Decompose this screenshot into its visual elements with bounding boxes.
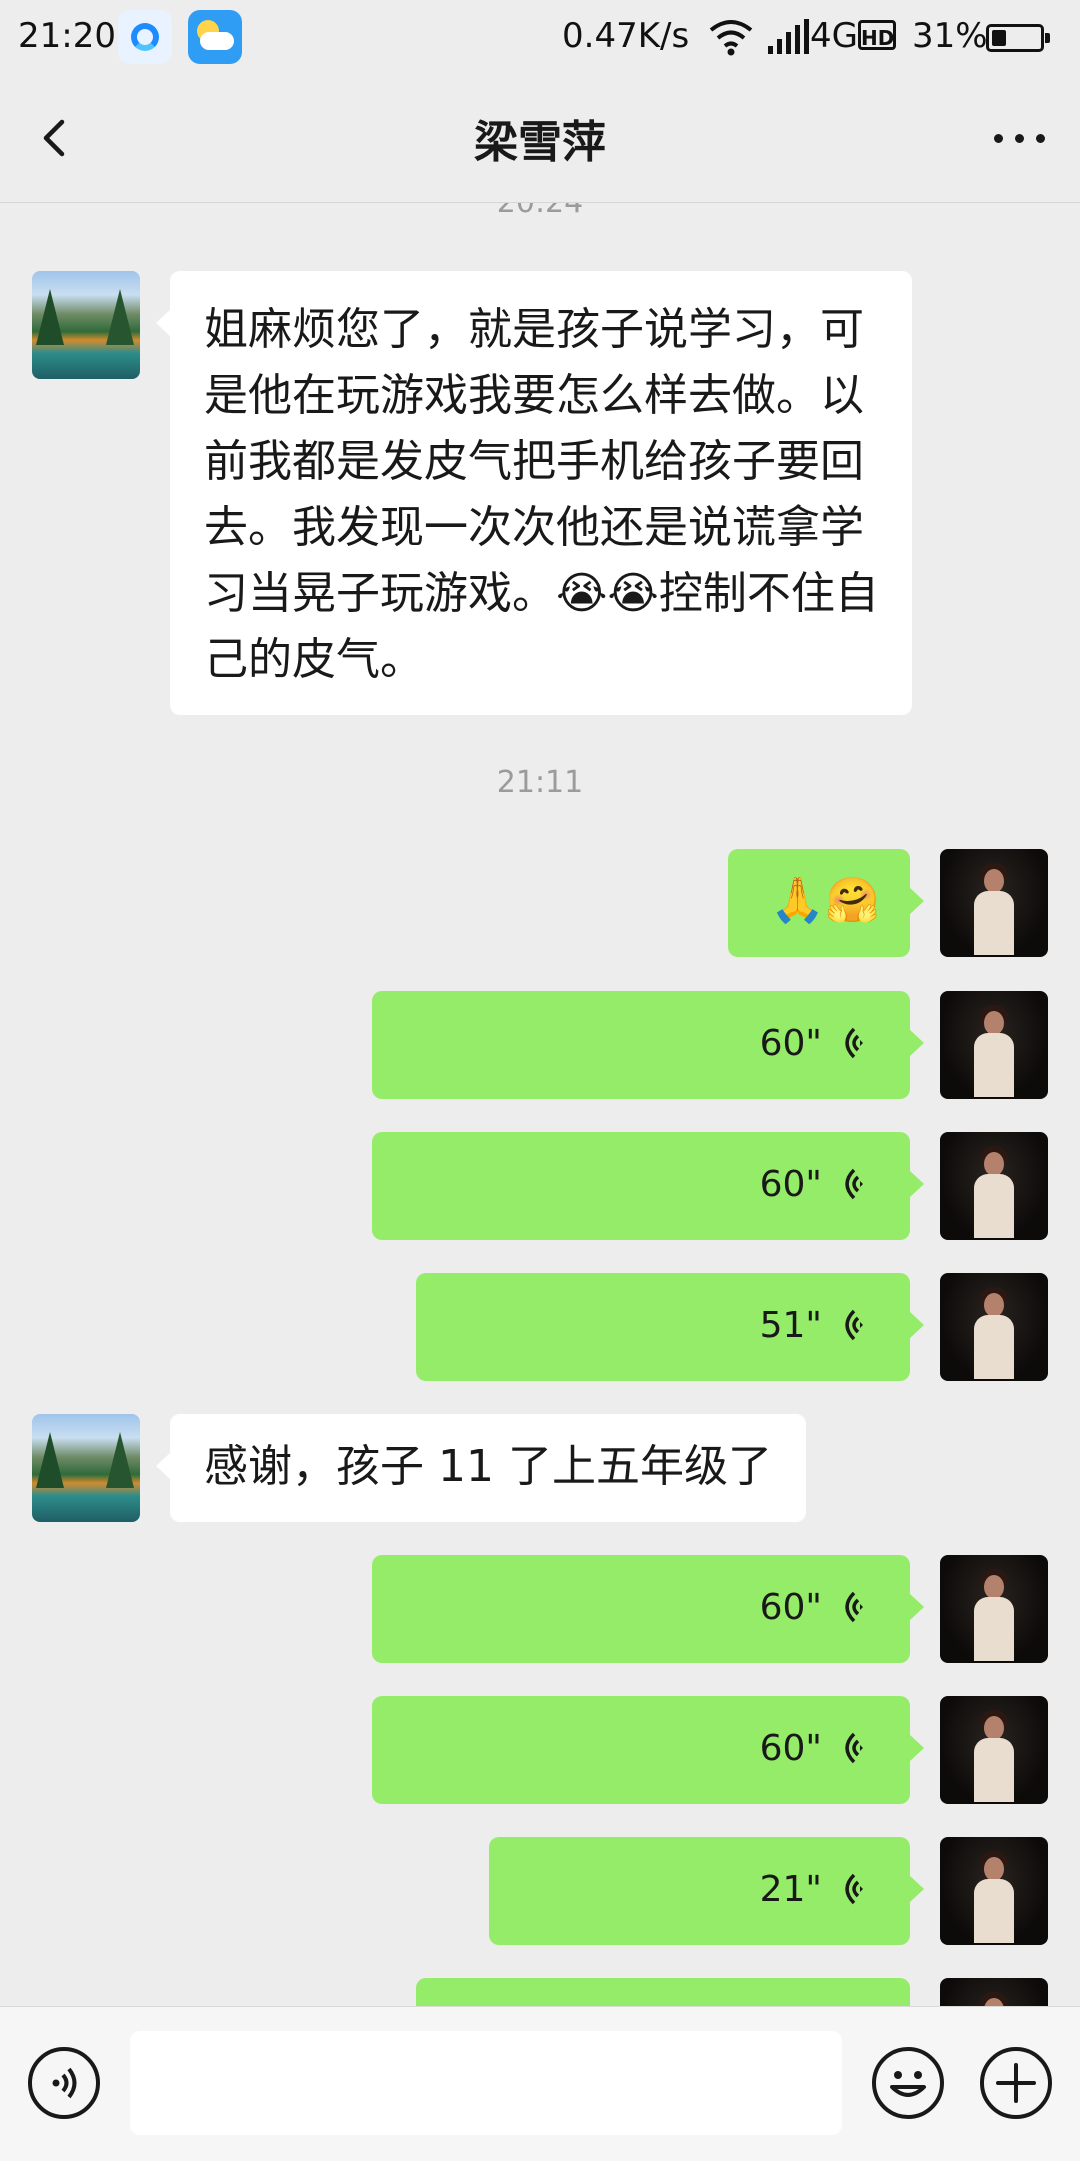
voice-wave-icon <box>845 1309 863 1341</box>
voice-wave-icon <box>845 1873 863 1905</box>
my-avatar[interactable] <box>940 1837 1048 1945</box>
my-avatar[interactable] <box>940 1555 1048 1663</box>
plus-icon <box>996 2063 1036 2103</box>
voice-message[interactable] <box>416 1978 910 2006</box>
my-avatar[interactable] <box>940 1273 1048 1381</box>
battery-icon <box>986 24 1050 52</box>
message-list[interactable]: 20:24 姐麻烦您了，就是孩子说学习，可是他在玩游戏我要怎么样去做。以前我都是… <box>0 203 1080 2006</box>
wifi-icon <box>709 20 753 56</box>
voice-message[interactable]: 21" <box>489 1837 924 1945</box>
timestamp: 20:24 <box>0 203 1080 220</box>
voice-duration: 60" <box>759 1727 822 1769</box>
message-bubble-sent[interactable]: 🙏🤗 <box>728 849 924 957</box>
network-type: 4G <box>810 16 858 56</box>
voice-duration: 51" <box>759 1304 822 1346</box>
voice-wave-icon <box>845 1027 863 1059</box>
status-time: 21:20 <box>18 16 116 56</box>
voice-duration: 60" <box>759 1022 822 1064</box>
voice-message[interactable]: 60" <box>372 1132 924 1240</box>
my-avatar[interactable] <box>940 1132 1048 1240</box>
voice-message[interactable]: 51" <box>416 1273 924 1381</box>
my-avatar[interactable] <box>940 1978 1048 2006</box>
signal-icon <box>768 19 809 54</box>
message-bubble-received[interactable]: 姐麻烦您了，就是孩子说学习，可是他在玩游戏我要怎么样去做。以前我都是发皮气把手机… <box>156 271 912 715</box>
timestamp: 21:11 <box>496 765 584 800</box>
my-avatar[interactable] <box>940 849 1048 957</box>
contact-avatar[interactable] <box>32 271 140 379</box>
contact-name: 梁雪萍 <box>474 117 606 168</box>
message-input[interactable] <box>130 2031 842 2135</box>
emoji-message: 🙏🤗 <box>770 875 880 926</box>
message-text: 姐麻烦您了，就是孩子说学习，可是他在玩游戏我要怎么样去做。以前我都是发皮气把手机… <box>204 304 879 685</box>
emoji-icon <box>890 2071 926 2097</box>
battery-level <box>992 30 1006 46</box>
voice-message[interactable]: 60" <box>372 1696 924 1804</box>
more-functions-button[interactable] <box>980 2047 1052 2119</box>
voice-wave-icon <box>845 1732 863 1764</box>
input-bar <box>0 2006 1080 2161</box>
voice-duration: 60" <box>759 1163 822 1205</box>
voice-input-icon <box>52 2067 77 2099</box>
voice-wave-icon <box>845 1591 863 1623</box>
network-speed: 0.47K/s <box>562 16 690 56</box>
message-bubble-received[interactable]: 感谢，孩子 11 了上五年级了 <box>156 1414 806 1522</box>
hd-badge: HD <box>858 20 896 50</box>
my-avatar[interactable] <box>940 991 1048 1099</box>
qq-browser-icon <box>118 10 172 64</box>
contact-avatar[interactable] <box>32 1414 140 1522</box>
voice-message[interactable]: 60" <box>372 991 924 1099</box>
my-avatar[interactable] <box>940 1696 1048 1804</box>
voice-duration: 21" <box>759 1868 822 1910</box>
battery-percent: 31% <box>912 16 988 56</box>
emoji-button[interactable] <box>872 2047 944 2119</box>
voice-wave-icon <box>845 1168 863 1200</box>
message-text: 感谢，孩子 11 了上五年级了 <box>204 1441 772 1492</box>
status-bar: 21:20 0.47K/s 4G HD 31% <box>0 0 1080 74</box>
more-button[interactable] <box>980 106 1060 170</box>
chat-header: 梁雪萍 <box>0 74 1080 203</box>
voice-input-button[interactable] <box>28 2047 100 2119</box>
more-dots-icon <box>994 134 1003 143</box>
voice-message[interactable]: 60" <box>372 1555 924 1663</box>
voice-duration: 60" <box>759 1586 822 1628</box>
weather-icon <box>188 10 242 64</box>
